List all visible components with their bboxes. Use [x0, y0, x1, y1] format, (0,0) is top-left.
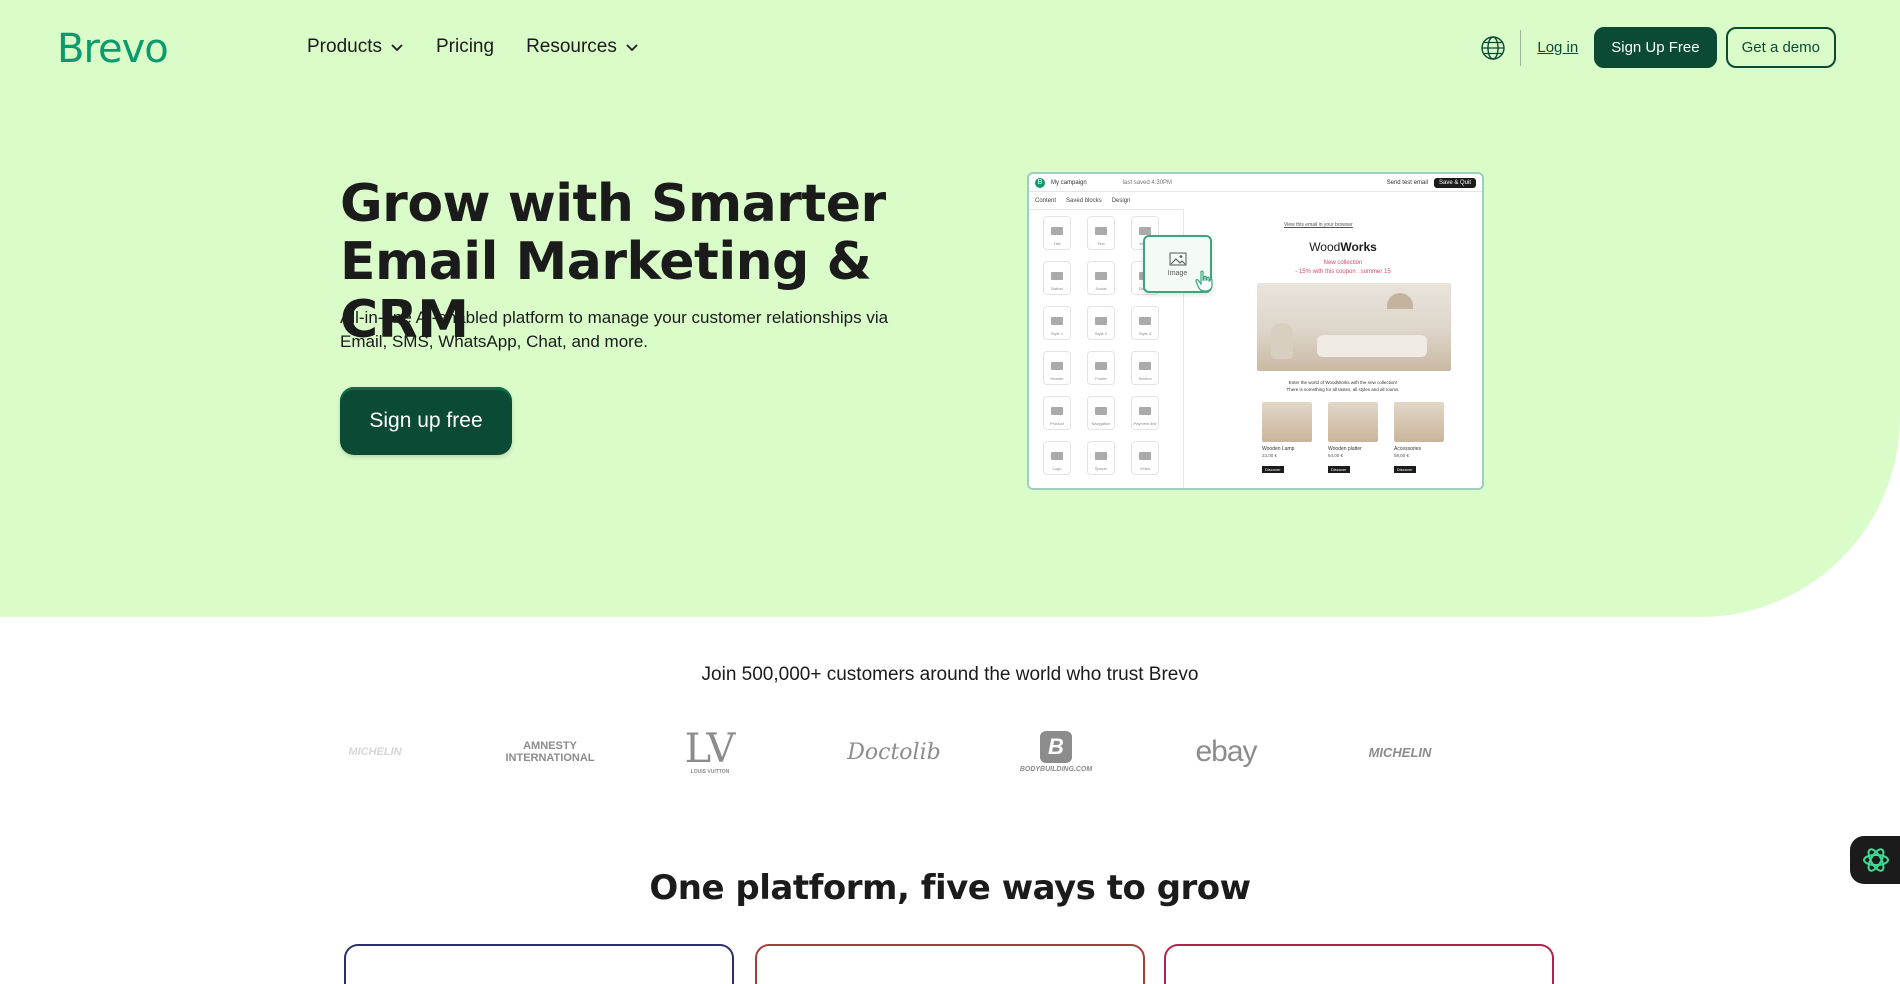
product-discover-button: Discover: [1262, 466, 1284, 473]
preview-toolbar: B My campaign last saved 4:30PM Send tes…: [1029, 174, 1482, 192]
block-tile: Text: [1087, 216, 1115, 250]
block-tile: Payment link: [1131, 396, 1159, 430]
product-discover-button: Discover: [1328, 466, 1350, 473]
product-card[interactable]: [344, 944, 734, 984]
chevron-down-icon: [391, 44, 403, 52]
block-tile: Header: [1043, 351, 1071, 385]
email-product-card: Accessories 59,00 € Discover: [1394, 402, 1446, 476]
preview-saved-status: last saved 4:30PM: [1122, 179, 1173, 186]
header-actions: Log in Sign Up Free Get a demo: [1480, 27, 1836, 68]
email-product-card: Wooden platter 64,00 € Discover: [1328, 402, 1380, 476]
email-hero-image: [1257, 283, 1451, 371]
logo-ebay: ebay: [1195, 735, 1257, 768]
nav-products-label: Products: [307, 36, 382, 57]
email-product-card: Wooden Lamp 23,00 € Discover: [1262, 402, 1314, 476]
block-tile: Section: [1131, 351, 1159, 385]
header-divider: [1520, 29, 1522, 66]
email-copy-line-2: There is something for all tastes, all s…: [1286, 387, 1400, 392]
block-tile: Video: [1131, 441, 1159, 475]
product-price: 23,00 €: [1262, 453, 1278, 458]
block-tile: Button: [1043, 261, 1071, 295]
product-image: [1328, 402, 1378, 442]
nav-products[interactable]: Products: [307, 36, 404, 58]
email-promo-line-1: New collection: [1323, 260, 1363, 266]
chevron-down-icon: [626, 44, 638, 52]
image-icon: [1169, 252, 1186, 265]
get-demo-button[interactable]: Get a demo: [1725, 27, 1836, 68]
product-name: Wooden platter: [1328, 446, 1362, 452]
section-title: One platform, five ways to grow: [649, 868, 1251, 908]
block-tile: Navigation: [1087, 396, 1115, 430]
preview-send-test: Send test email: [1386, 179, 1428, 186]
block-tile: Style 1: [1043, 306, 1071, 340]
preview-tab-design: Design: [1111, 197, 1131, 204]
product-price: 64,00 €: [1328, 453, 1344, 458]
email-promo-line-2: - 15% with this coupon : summer 15: [1295, 269, 1391, 275]
hero-subtitle: All-in-one AI-enabled platform to manage…: [340, 308, 889, 351]
product-price: 59,00 €: [1394, 453, 1410, 458]
block-tile: Logo: [1043, 441, 1071, 475]
block-tile: Social: [1087, 261, 1115, 295]
aura-ai-icon: [1863, 848, 1889, 872]
block-tile: Product: [1043, 396, 1071, 430]
logo-michelin: MICHELIN: [348, 746, 402, 758]
sign-up-free-button[interactable]: Sign Up Free: [1594, 27, 1717, 68]
brevo-logo[interactable]: Brevo: [57, 26, 169, 72]
main-nav: Products Pricing Resources: [307, 36, 639, 58]
hero-sign-up-button[interactable]: Sign up free: [340, 387, 512, 455]
nav-pricing-label: Pricing: [435, 36, 495, 57]
preview-save-quit: Save & Quit: [1433, 177, 1476, 188]
product-name: Accessories: [1394, 446, 1421, 452]
nav-pricing[interactable]: Pricing: [436, 36, 494, 58]
logo-michelin: MICHELIN: [1368, 744, 1432, 760]
site-header: Brevo Products Pricing Resources Log in …: [0, 0, 1900, 96]
block-tile: Title: [1043, 216, 1071, 250]
login-link[interactable]: Log in: [1537, 39, 1578, 56]
product-image: [1262, 402, 1312, 442]
preview-campaign-name: My campaign: [1051, 179, 1087, 186]
dragged-block-label: Image: [1167, 269, 1188, 277]
email-canvas: View this email in your browser WoodWork…: [1204, 210, 1482, 488]
nav-resources-label: Resources: [526, 36, 617, 57]
logo-louis-vuitton: LV LOUIS VUITTON: [684, 726, 736, 775]
view-in-browser-link: View this email in your browser: [1284, 222, 1353, 228]
block-tile: Footer: [1087, 351, 1115, 385]
logo-bodybuilding: B BODYBUILDING.COM: [1018, 722, 1094, 782]
email-copy-line-1: Enter the world of WoodWorks with the ne…: [1288, 380, 1398, 385]
block-tile: Style 2: [1087, 306, 1115, 340]
product-card[interactable]: [1164, 944, 1554, 984]
product-discover-button: Discover: [1394, 466, 1416, 473]
ai-chat-launcher[interactable]: [1850, 836, 1900, 884]
preview-tab-saved-blocks: Saved blocks: [1066, 197, 1102, 204]
hero-title-line-1: Grow with Smarter: [340, 174, 886, 234]
globe-icon[interactable]: [1480, 35, 1506, 61]
product-card[interactable]: [755, 944, 1145, 984]
logo-amnesty: AMNESTY INTERNATIONAL: [505, 740, 595, 764]
logo-doctolib: Doctolib: [847, 739, 941, 765]
email-brand: WoodWorks: [1309, 240, 1377, 254]
nav-resources[interactable]: Resources: [526, 36, 639, 58]
block-tile: Style 3: [1131, 306, 1159, 340]
product-name: Wooden Lamp: [1262, 446, 1295, 452]
block-tile: Spacer: [1087, 441, 1115, 475]
trust-statement: Join 500,000+ customers around the world…: [701, 664, 1199, 685]
preview-tabs: Content Saved blocks Design: [1029, 192, 1184, 210]
brevo-mini-logo: B: [1035, 177, 1045, 188]
preview-tab-content: Content: [1035, 197, 1057, 204]
email-editor-preview: B My campaign last saved 4:30PM Send tes…: [1027, 172, 1484, 490]
product-image: [1394, 402, 1444, 442]
customer-logos: MICHELIN AMNESTY INTERNATIONAL LV LOUIS V…: [340, 722, 1560, 782]
